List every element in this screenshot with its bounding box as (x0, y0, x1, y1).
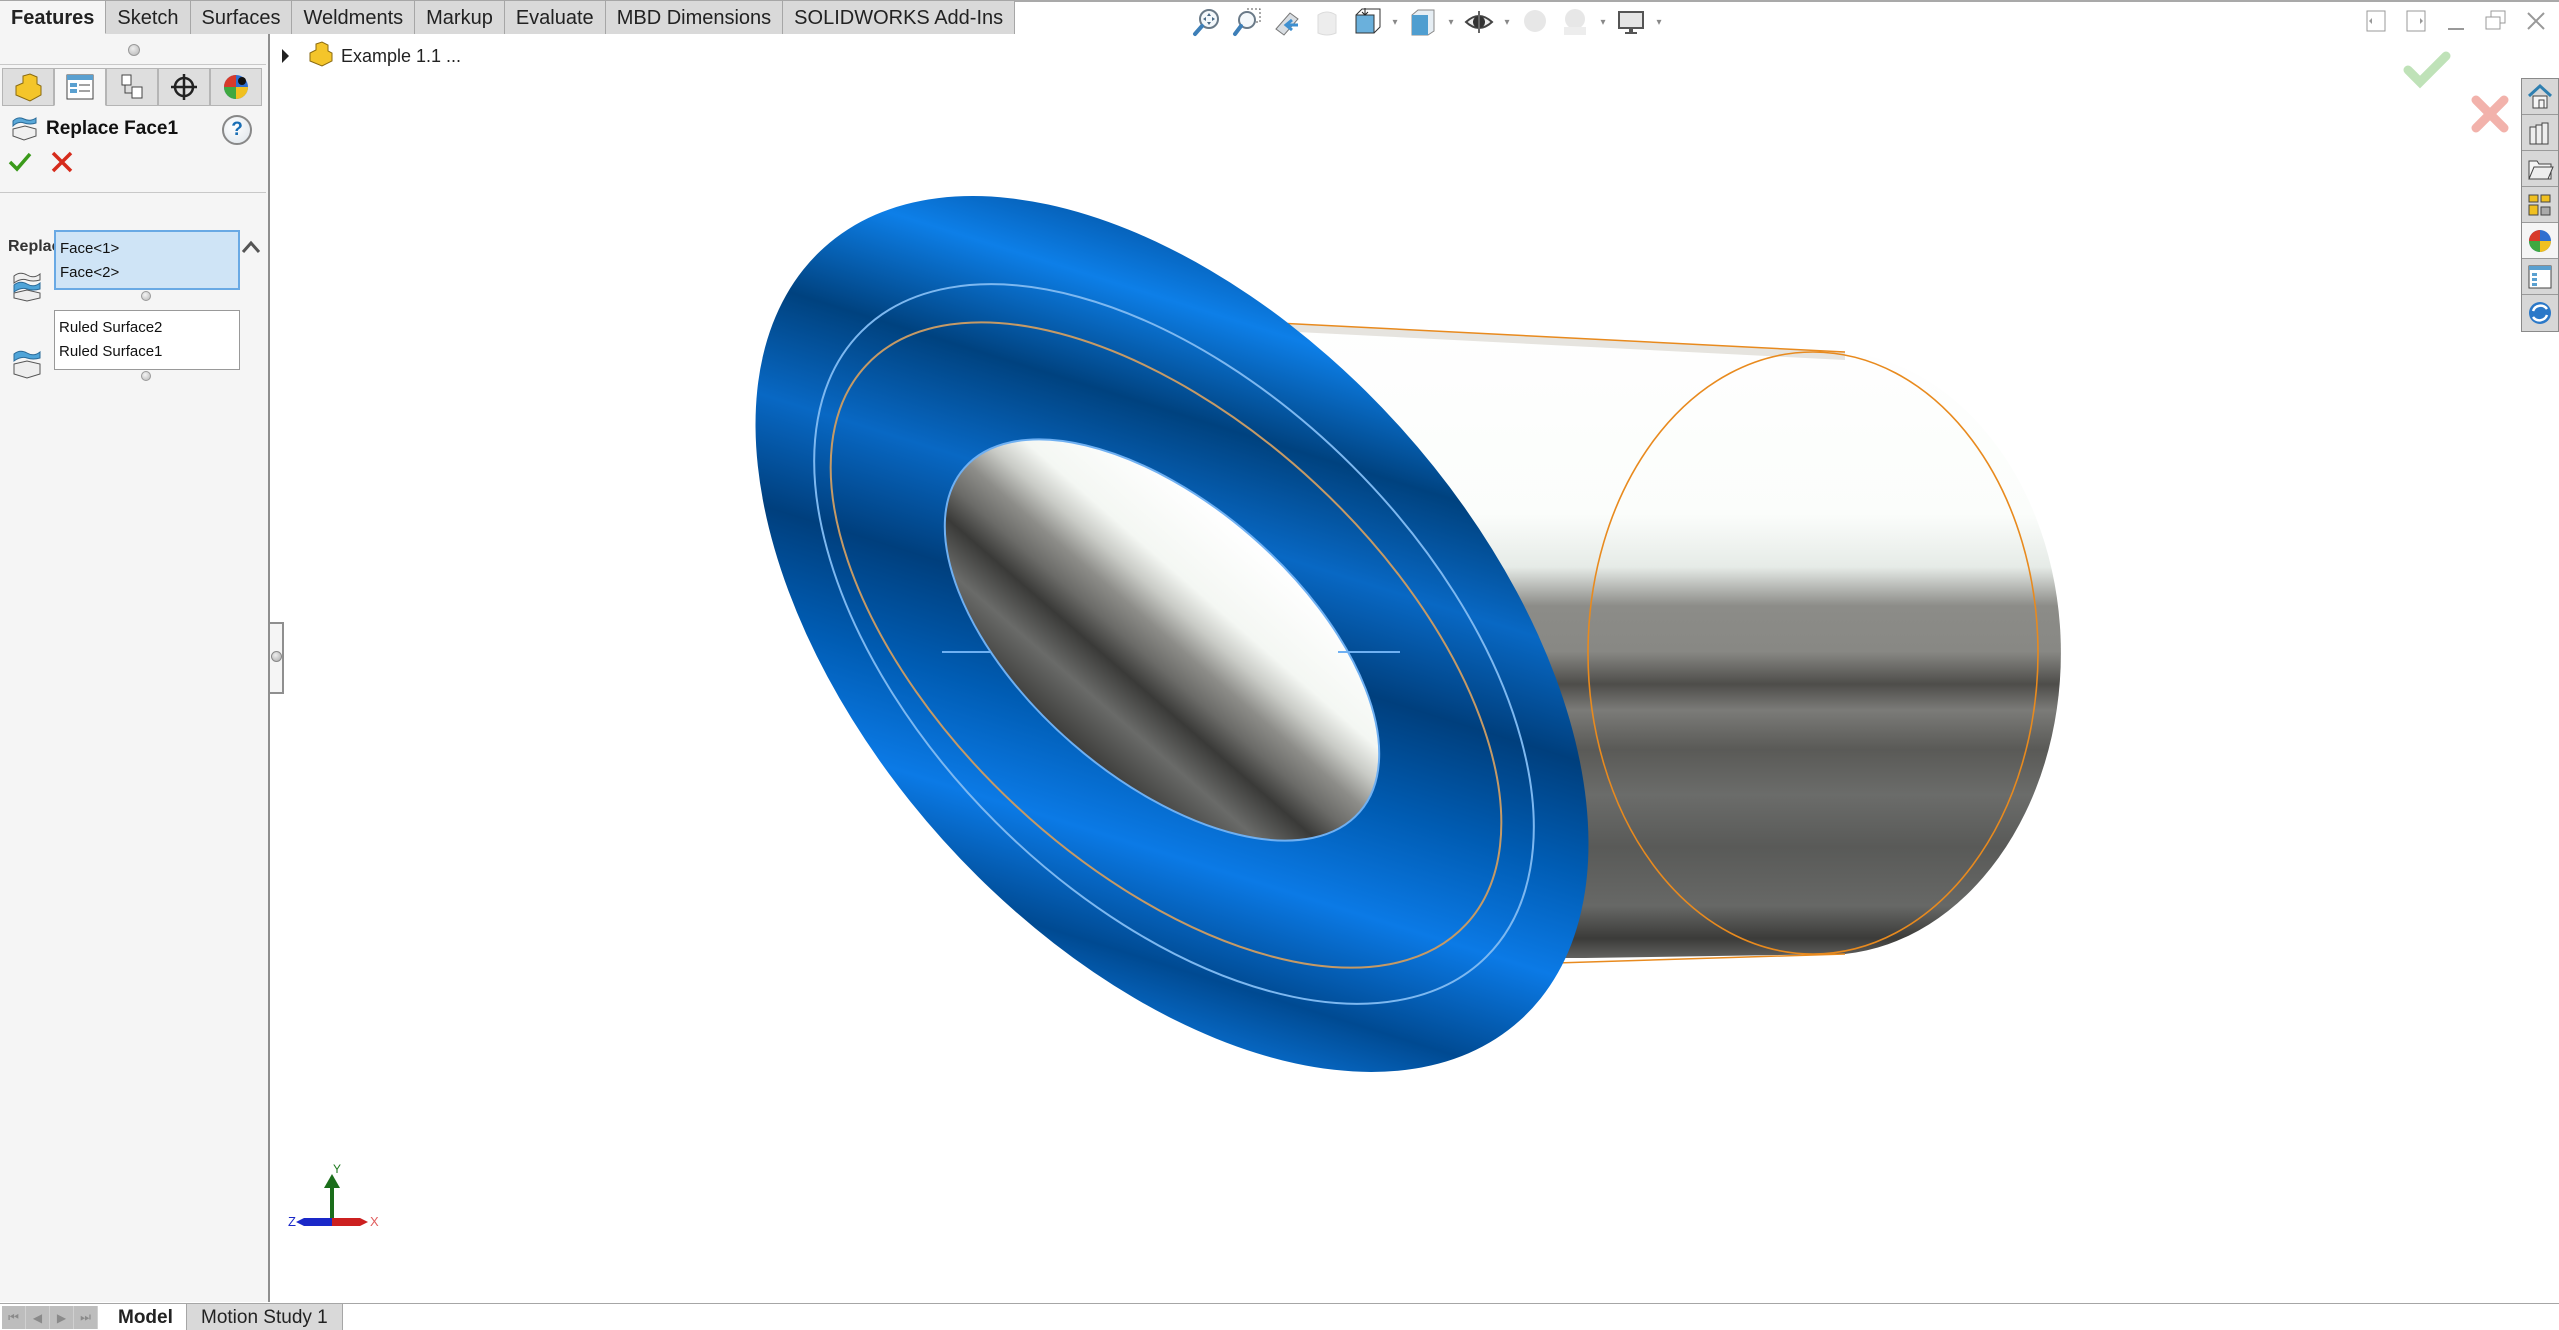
tab-sketch[interactable]: Sketch (106, 0, 191, 34)
expand-arrow-icon[interactable] (282, 49, 289, 63)
divider (0, 192, 266, 193)
file-explorer-icon[interactable] (2522, 151, 2558, 187)
display-style-dropdown[interactable]: ▾ (1446, 17, 1456, 28)
previous-view-icon[interactable] (1270, 5, 1304, 39)
solidworks-window: Features Sketch Surfaces Weldments Marku… (0, 0, 2559, 1330)
property-manager-panel: Replace Face1 ? Replace Parameters Face<… (0, 34, 270, 1302)
display-manager-tab[interactable] (210, 68, 262, 106)
part-name: Example 1.1 ... (341, 45, 462, 66)
command-manager-tabs: Features Sketch Surfaces Weldments Marku… (0, 0, 1016, 34)
divider (0, 64, 266, 65)
dimxpert-manager-tab[interactable] (158, 68, 210, 106)
close-icon[interactable] (2523, 8, 2549, 34)
zoom-to-area-icon[interactable] (1230, 5, 1264, 39)
confirmation-ok-icon[interactable] (2402, 50, 2452, 90)
part-icon (307, 40, 333, 72)
replacement-surface-icon (10, 346, 44, 380)
appearances-scenes-icon[interactable] (2522, 223, 2558, 259)
property-manager-tab[interactable] (54, 68, 106, 106)
zoom-to-fit-icon[interactable] (1190, 5, 1224, 39)
panel-collapse-handle[interactable] (270, 622, 284, 694)
feature-tree-root[interactable]: Example 1.1 ... (280, 40, 462, 72)
solidworks-forum-icon[interactable] (2522, 295, 2558, 331)
view-orientation-icon[interactable] (1350, 5, 1384, 39)
bottom-tab-bar: ⏮ ◀ ▶ ⏭ Model Motion Study 1 (0, 1303, 2559, 1330)
edit-appearance-icon[interactable] (1518, 5, 1552, 39)
apply-scene-dropdown[interactable]: ▾ (1598, 17, 1608, 28)
tab-model[interactable]: Model (104, 1304, 187, 1330)
list-resize-grip[interactable] (141, 291, 151, 301)
selection-item[interactable]: Ruled Surface1 (59, 340, 235, 364)
ok-cancel-buttons (8, 150, 74, 174)
window-controls (2363, 8, 2549, 34)
heads-up-view-toolbar: ▾ ▾ ▾ ▾ ▾ (1190, 4, 1664, 40)
restore-icon[interactable] (2483, 8, 2509, 34)
panel-resize-grip[interactable] (128, 44, 140, 56)
solidworks-resources-icon[interactable] (2522, 79, 2558, 115)
list-resize-grip[interactable] (141, 371, 151, 381)
tile-left-icon[interactable] (2363, 8, 2389, 34)
tab-solidworks-add-ins[interactable]: SOLIDWORKS Add-Ins (783, 0, 1016, 34)
hide-show-items-icon[interactable] (1462, 5, 1496, 39)
triad-x-label: X (370, 1214, 379, 1228)
apply-scene-icon[interactable] (1558, 5, 1592, 39)
configuration-manager-tab[interactable] (106, 68, 158, 106)
tab-markup[interactable]: Markup (415, 0, 505, 34)
property-manager-header: Replace Face1 ? (10, 112, 260, 146)
design-library-icon[interactable] (2522, 115, 2558, 151)
view-settings-dropdown[interactable]: ▾ (1654, 17, 1664, 28)
previous-tab-icon[interactable]: ◀ (26, 1306, 50, 1329)
task-pane-tabs (2521, 78, 2559, 332)
selection-item[interactable]: Face<1> (60, 237, 234, 261)
confirmation-cancel-icon[interactable] (2470, 94, 2510, 134)
replacement-surface-selection-box[interactable]: Ruled Surface2 Ruled Surface1 (54, 310, 240, 370)
feature-manager-tab[interactable] (2, 68, 54, 106)
minimize-icon[interactable] (2443, 8, 2469, 34)
section-view-icon[interactable] (1310, 5, 1344, 39)
custom-properties-icon[interactable] (2522, 259, 2558, 295)
graphics-viewport[interactable] (0, 0, 2559, 1330)
tab-scroll-arrows: ⏮ ◀ ▶ ⏭ (2, 1306, 98, 1329)
help-button[interactable]: ? (222, 115, 252, 145)
tab-weldments[interactable]: Weldments (292, 0, 416, 34)
display-style-icon[interactable] (1406, 5, 1440, 39)
cylinder-end-edge (1587, 351, 2039, 955)
ok-button[interactable] (8, 150, 32, 174)
selection-item[interactable]: Face<2> (60, 261, 234, 285)
selection-item[interactable]: Ruled Surface2 (59, 316, 235, 340)
view-orientation-dropdown[interactable]: ▾ (1390, 17, 1400, 28)
last-tab-icon[interactable]: ⏭ (74, 1306, 98, 1329)
replace-face-icon (10, 113, 38, 146)
target-faces-icon (10, 268, 44, 302)
hide-show-dropdown[interactable]: ▾ (1502, 17, 1512, 28)
property-manager-title: Replace Face1 (46, 118, 179, 139)
tab-evaluate[interactable]: Evaluate (504, 0, 606, 34)
grip-dot (271, 651, 282, 662)
collapse-chevron-up-icon[interactable] (240, 236, 262, 258)
first-tab-icon[interactable]: ⏮ (2, 1306, 26, 1329)
view-palette-icon[interactable] (2522, 187, 2558, 223)
reference-triad: Y Z X (288, 1158, 388, 1229)
manager-tabs (2, 68, 262, 106)
flange-face-selected[interactable] (595, 41, 1749, 1226)
triad-y-label: Y (333, 1162, 341, 1176)
triad-z-label: Z (288, 1214, 296, 1228)
view-settings-icon[interactable] (1614, 5, 1648, 39)
tab-features[interactable]: Features (0, 0, 107, 34)
tab-motion-study-1[interactable]: Motion Study 1 (186, 1304, 343, 1330)
cancel-button[interactable] (50, 150, 74, 174)
tab-surfaces[interactable]: Surfaces (190, 0, 293, 34)
target-faces-selection-box[interactable]: Face<1> Face<2> (54, 230, 240, 290)
tab-mbd-dimensions[interactable]: MBD Dimensions (605, 0, 784, 34)
next-tab-icon[interactable]: ▶ (50, 1306, 74, 1329)
tile-right-icon[interactable] (2403, 8, 2429, 34)
